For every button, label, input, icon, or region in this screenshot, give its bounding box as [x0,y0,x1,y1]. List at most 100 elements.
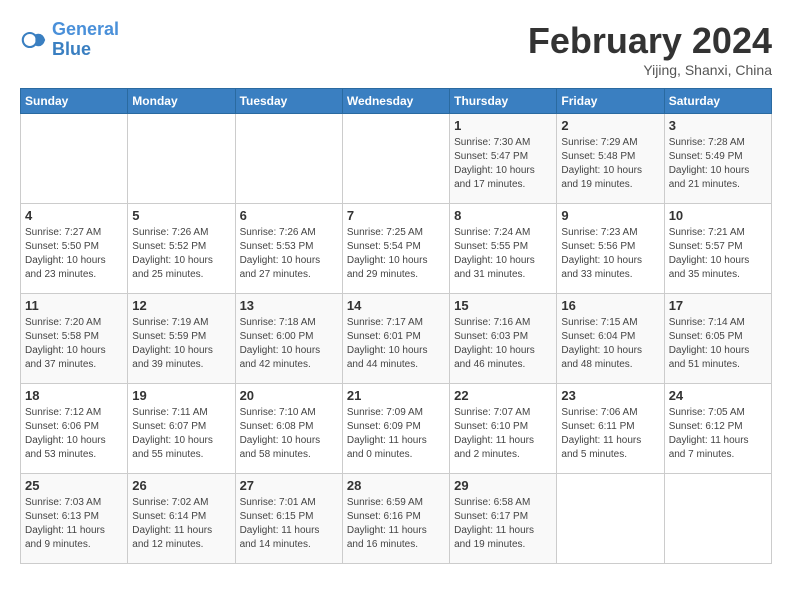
month-title: February 2024 [528,20,772,62]
day-info: Sunrise: 7:17 AM Sunset: 6:01 PM Dayligh… [347,316,445,372]
day-number: 8 [454,208,552,223]
day-info: Sunrise: 7:12 AM Sunset: 6:06 PM Dayligh… [25,406,123,462]
weekday-header-cell: Tuesday [235,89,342,114]
day-info: Sunrise: 7:06 AM Sunset: 6:11 PM Dayligh… [561,406,659,462]
day-info: Sunrise: 7:02 AM Sunset: 6:14 PM Dayligh… [132,496,230,552]
calendar-week-row: 11 Sunrise: 7:20 AM Sunset: 5:58 PM Dayli… [21,294,772,384]
calendar-body: 1Sunrise: 7:30 AM Sunset: 5:47 PM Daylig… [21,114,772,564]
day-info: Sunrise: 7:09 AM Sunset: 6:09 PM Dayligh… [347,406,445,462]
calendar-day-cell: 13Sunrise: 7:18 AM Sunset: 6:00 PM Dayli… [235,294,342,384]
day-info: Sunrise: 6:59 AM Sunset: 6:16 PM Dayligh… [347,496,445,552]
logo-line2: Blue [52,39,91,59]
day-info: Sunrise: 7:16 AM Sunset: 6:03 PM Dayligh… [454,316,552,372]
calendar-day-cell: 27 Sunrise: 7:01 AM Sunset: 6:15 PM Dayli… [235,474,342,564]
day-number: 29 [454,478,552,493]
weekday-header-cell: Wednesday [342,89,449,114]
day-info: Sunrise: 7:19 AM Sunset: 5:59 PM Dayligh… [132,316,230,372]
day-number: 27 [240,478,338,493]
calendar-day-cell: 22Sunrise: 7:07 AM Sunset: 6:10 PM Dayli… [450,384,557,474]
day-number: 18 [25,388,123,403]
day-info: Sunrise: 7:26 AM Sunset: 5:53 PM Dayligh… [240,226,338,282]
day-number: 21 [347,388,445,403]
calendar-day-cell [235,114,342,204]
logo-icon [20,26,48,54]
day-info: Sunrise: 7:01 AM Sunset: 6:15 PM Dayligh… [240,496,338,552]
calendar-day-cell: 8 Sunrise: 7:24 AM Sunset: 5:55 PM Daylig… [450,204,557,294]
weekday-header-cell: Saturday [664,89,771,114]
calendar-day-cell: 7Sunrise: 7:25 AM Sunset: 5:54 PM Daylig… [342,204,449,294]
day-info: Sunrise: 7:05 AM Sunset: 6:12 PM Dayligh… [669,406,767,462]
day-number: 25 [25,478,123,493]
weekday-header-cell: Monday [128,89,235,114]
day-number: 23 [561,388,659,403]
day-number: 24 [669,388,767,403]
calendar-day-cell: 17Sunrise: 7:14 AM Sunset: 6:05 PM Dayli… [664,294,771,384]
calendar-day-cell: 14 Sunrise: 7:17 AM Sunset: 6:01 PM Dayli… [342,294,449,384]
weekday-header-row: SundayMondayTuesdayWednesdayThursdayFrid… [21,89,772,114]
calendar-day-cell [664,474,771,564]
calendar-day-cell: 23 Sunrise: 7:06 AM Sunset: 6:11 PM Dayli… [557,384,664,474]
calendar-day-cell: 4Sunrise: 7:27 AM Sunset: 5:50 PM Daylig… [21,204,128,294]
day-info: Sunrise: 7:28 AM Sunset: 5:49 PM Dayligh… [669,136,767,192]
calendar-day-cell [128,114,235,204]
calendar-day-cell: 2 Sunrise: 7:29 AM Sunset: 5:48 PM Daylig… [557,114,664,204]
day-info: Sunrise: 7:24 AM Sunset: 5:55 PM Dayligh… [454,226,552,282]
logo-line1: General [52,19,119,39]
day-number: 7 [347,208,445,223]
calendar-week-row: 18 Sunrise: 7:12 AM Sunset: 6:06 PM Dayli… [21,384,772,474]
day-number: 28 [347,478,445,493]
day-number: 2 [561,118,659,133]
day-info: Sunrise: 7:29 AM Sunset: 5:48 PM Dayligh… [561,136,659,192]
day-number: 5 [132,208,230,223]
day-number: 14 [347,298,445,313]
calendar-day-cell: 29 Sunrise: 6:58 AM Sunset: 6:17 PM Dayli… [450,474,557,564]
calendar-day-cell: 25 Sunrise: 7:03 AM Sunset: 6:13 PM Dayli… [21,474,128,564]
calendar-day-cell: 10Sunrise: 7:21 AM Sunset: 5:57 PM Dayli… [664,204,771,294]
day-info: Sunrise: 7:14 AM Sunset: 6:05 PM Dayligh… [669,316,767,372]
day-info: Sunrise: 7:27 AM Sunset: 5:50 PM Dayligh… [25,226,123,282]
calendar-day-cell: 12Sunrise: 7:19 AM Sunset: 5:59 PM Dayli… [128,294,235,384]
day-info: Sunrise: 7:30 AM Sunset: 5:47 PM Dayligh… [454,136,552,192]
day-info: Sunrise: 7:07 AM Sunset: 6:10 PM Dayligh… [454,406,552,462]
day-info: Sunrise: 7:15 AM Sunset: 6:04 PM Dayligh… [561,316,659,372]
calendar-day-cell: 18 Sunrise: 7:12 AM Sunset: 6:06 PM Dayli… [21,384,128,474]
calendar-week-row: 25 Sunrise: 7:03 AM Sunset: 6:13 PM Dayli… [21,474,772,564]
calendar-day-cell: 19 Sunrise: 7:11 AM Sunset: 6:07 PM Dayli… [128,384,235,474]
day-info: Sunrise: 7:03 AM Sunset: 6:13 PM Dayligh… [25,496,123,552]
calendar-day-cell: 16 Sunrise: 7:15 AM Sunset: 6:04 PM Dayli… [557,294,664,384]
calendar-day-cell: 5Sunrise: 7:26 AM Sunset: 5:52 PM Daylig… [128,204,235,294]
calendar-day-cell: 26Sunrise: 7:02 AM Sunset: 6:14 PM Dayli… [128,474,235,564]
day-info: Sunrise: 7:23 AM Sunset: 5:56 PM Dayligh… [561,226,659,282]
calendar-day-cell [342,114,449,204]
day-info: Sunrise: 7:11 AM Sunset: 6:07 PM Dayligh… [132,406,230,462]
calendar-day-cell: 28 Sunrise: 6:59 AM Sunset: 6:16 PM Dayli… [342,474,449,564]
weekday-header-cell: Sunday [21,89,128,114]
day-info: Sunrise: 7:10 AM Sunset: 6:08 PM Dayligh… [240,406,338,462]
calendar-day-cell: 9 Sunrise: 7:23 AM Sunset: 5:56 PM Daylig… [557,204,664,294]
day-info: Sunrise: 6:58 AM Sunset: 6:17 PM Dayligh… [454,496,552,552]
day-number: 11 [25,298,123,313]
day-number: 3 [669,118,767,133]
weekday-header-cell: Thursday [450,89,557,114]
day-info: Sunrise: 7:18 AM Sunset: 6:00 PM Dayligh… [240,316,338,372]
calendar-day-cell: 3 Sunrise: 7:28 AM Sunset: 5:49 PM Daylig… [664,114,771,204]
calendar-day-cell: 11 Sunrise: 7:20 AM Sunset: 5:58 PM Dayli… [21,294,128,384]
calendar-day-cell: 21 Sunrise: 7:09 AM Sunset: 6:09 PM Dayli… [342,384,449,474]
calendar-day-cell: 6Sunrise: 7:26 AM Sunset: 5:53 PM Daylig… [235,204,342,294]
day-info: Sunrise: 7:20 AM Sunset: 5:58 PM Dayligh… [25,316,123,372]
calendar-week-row: 4Sunrise: 7:27 AM Sunset: 5:50 PM Daylig… [21,204,772,294]
day-number: 19 [132,388,230,403]
page-header: General Blue February 2024 Yijing, Shanx… [20,20,772,78]
day-number: 16 [561,298,659,313]
calendar-day-cell [557,474,664,564]
calendar-day-cell: 20 Sunrise: 7:10 AM Sunset: 6:08 PM Dayli… [235,384,342,474]
calendar-table: SundayMondayTuesdayWednesdayThursdayFrid… [20,88,772,564]
calendar-day-cell: 24 Sunrise: 7:05 AM Sunset: 6:12 PM Dayli… [664,384,771,474]
weekday-header-cell: Friday [557,89,664,114]
location: Yijing, Shanxi, China [528,62,772,78]
calendar-day-cell: 15 Sunrise: 7:16 AM Sunset: 6:03 PM Dayli… [450,294,557,384]
day-number: 9 [561,208,659,223]
logo-text: General Blue [52,20,119,60]
day-number: 15 [454,298,552,313]
day-number: 20 [240,388,338,403]
